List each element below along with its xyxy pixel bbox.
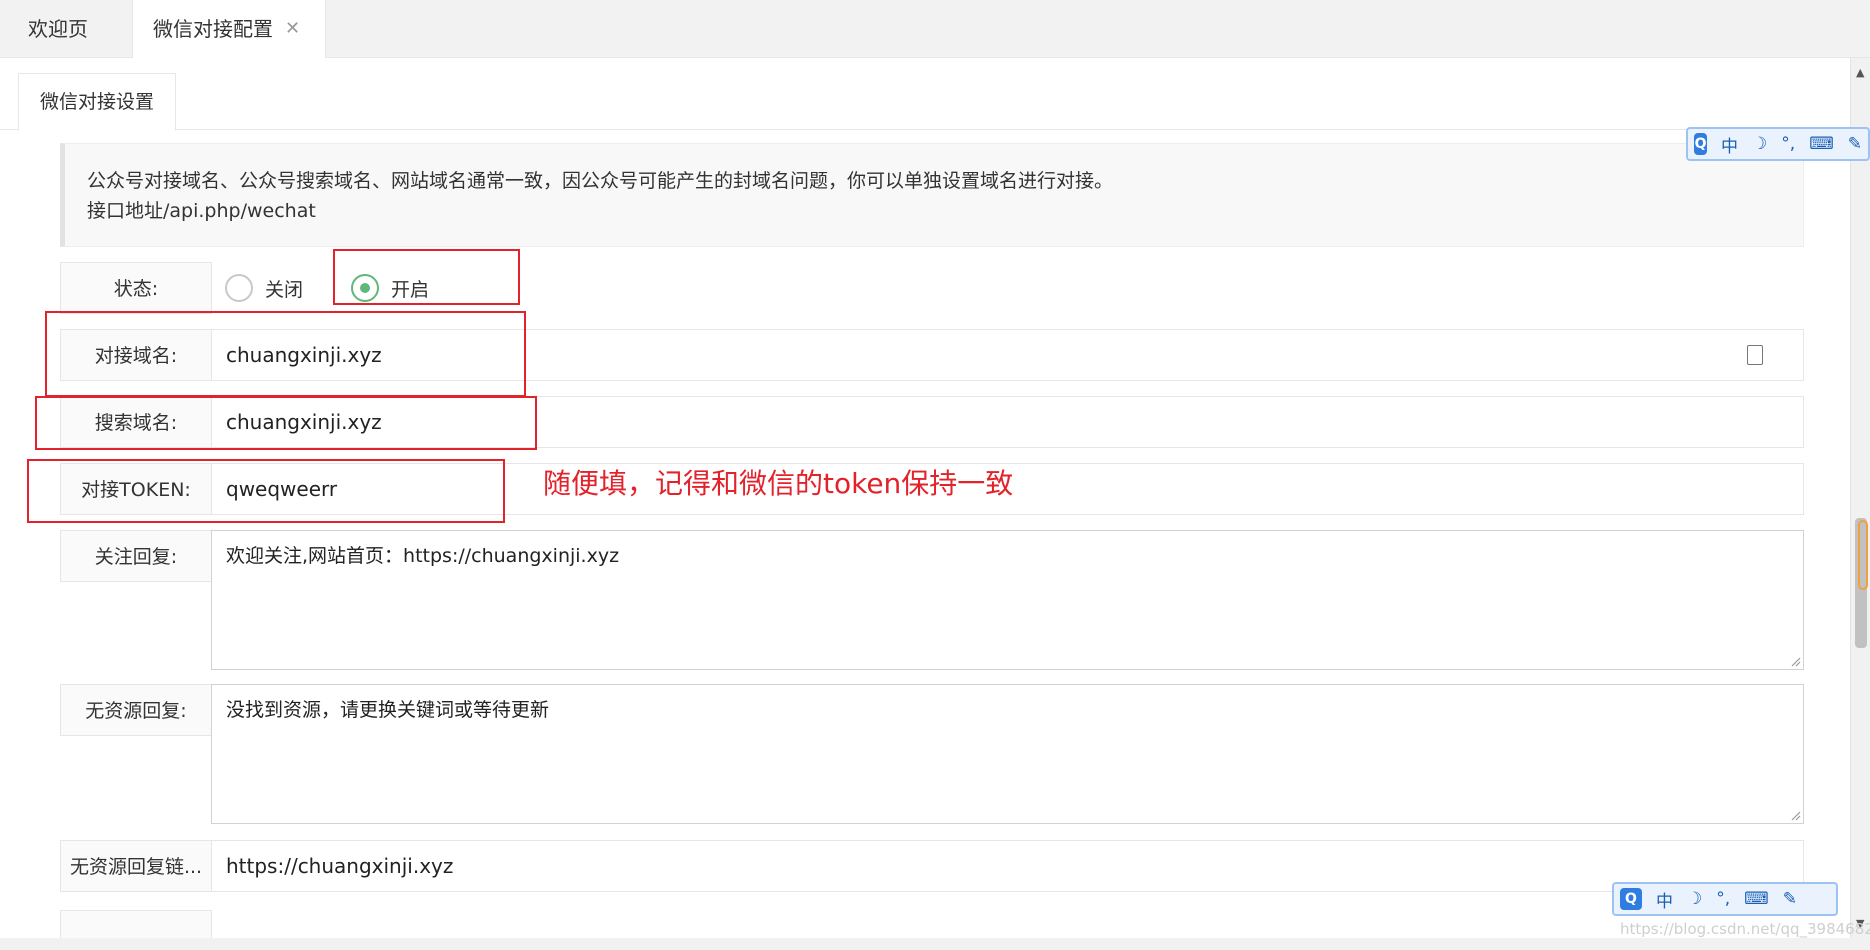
horizontal-scrollbar[interactable] <box>0 938 1870 950</box>
ime-logo-icon[interactable]: Q <box>1694 133 1708 155</box>
moon-icon[interactable]: ☽ <box>1752 134 1767 154</box>
scroll-up-icon[interactable]: ▲ <box>1856 66 1864 79</box>
ime-logo-icon[interactable]: Q <box>1620 888 1642 910</box>
next-row-partial <box>60 910 212 940</box>
punctuation-icon[interactable]: °, <box>1716 889 1730 909</box>
watermark: https://blog.csdn.net/qq_39846820 <box>1620 920 1870 938</box>
radio-circle-icon <box>225 274 253 302</box>
no-resource-link-row: 无资源回复链... https://chuangxinji.xyz <box>60 840 1804 892</box>
no-resource-value: 没找到资源，请更换关键词或等待更新 <box>226 699 550 721</box>
close-icon[interactable]: ✕ <box>285 0 300 58</box>
sub-tab-bar: 微信对接设置 <box>0 58 1850 131</box>
tool-icon[interactable]: ✎ <box>1848 134 1862 154</box>
tab-wechat-settings[interactable]: 微信对接设置 <box>18 73 176 131</box>
ime-mode-icon[interactable]: 中 <box>1656 887 1673 912</box>
follow-reply-value: 欢迎关注,网站首页：https://chuangxinji.xyz <box>226 545 620 567</box>
no-resource-link-label: 无资源回复链... <box>60 840 212 892</box>
follow-reply-label: 关注回复: <box>60 530 212 582</box>
no-resource-textarea[interactable]: 没找到资源，请更换关键词或等待更新 <box>211 684 1804 824</box>
punctuation-icon[interactable]: °, <box>1781 134 1795 154</box>
no-resource-link-input[interactable]: https://chuangxinji.xyz <box>211 840 1804 892</box>
tool-icon[interactable]: ✎ <box>1783 889 1797 909</box>
status-row: 状态: 关闭 开启 <box>60 262 1804 314</box>
follow-reply-row: 关注回复: 欢迎关注,网站首页：https://chuangxinji.xyz <box>60 530 1804 670</box>
notice-line-2: 接口地址/api.php/wechat <box>87 200 316 222</box>
highlight-box-status <box>333 249 520 305</box>
tab-welcome[interactable]: 欢迎页面 <box>0 0 132 99</box>
highlight-box-token <box>27 459 505 523</box>
highlight-box-search <box>35 396 537 450</box>
follow-reply-textarea[interactable]: 欢迎关注,网站首页：https://chuangxinji.xyz <box>211 530 1804 670</box>
tab-wechat-config-label: 微信对接配置 <box>153 17 273 41</box>
radio-close[interactable]: 关闭 <box>225 274 303 302</box>
vertical-scrollbar[interactable]: ▲ ▼ <box>1850 58 1870 938</box>
resize-handle-icon[interactable] <box>1789 809 1801 821</box>
keyboard-icon[interactable]: ⌨ <box>1744 889 1769 909</box>
ime-mode-icon[interactable]: 中 <box>1721 132 1738 157</box>
highlight-box-domain <box>45 311 526 397</box>
tab-wechat-config[interactable]: 微信对接配置 ✕ <box>132 0 326 58</box>
moon-icon[interactable]: ☽ <box>1687 889 1702 909</box>
status-label: 状态: <box>60 262 212 314</box>
annotation-text: 随便填，记得和微信的token保持一致 <box>543 467 1014 500</box>
notice-box: 公众号对接域名、公众号搜索域名、网站域名通常一致，因公众号可能产生的封域名问题，… <box>60 143 1804 247</box>
no-resource-label: 无资源回复: <box>60 684 212 736</box>
no-resource-row: 无资源回复: 没找到资源，请更换关键词或等待更新 <box>60 684 1804 824</box>
resize-handle-icon[interactable] <box>1789 655 1801 667</box>
radio-close-label: 关闭 <box>265 278 304 301</box>
scroll-highlight-mark <box>1858 520 1868 590</box>
ime-toolbar-bottom[interactable]: Q 中 ☽ °, ⌨ ✎ <box>1612 882 1838 916</box>
top-tab-bar: 欢迎页面 微信对接配置 ✕ <box>0 0 1870 99</box>
ime-toolbar-top[interactable]: Q 中 ☽ °, ⌨ ✎ <box>1686 127 1870 161</box>
keyboard-icon[interactable]: ⌨ <box>1809 134 1834 154</box>
contact-card-icon[interactable] <box>1747 345 1763 365</box>
notice-line-1: 公众号对接域名、公众号搜索域名、网站域名通常一致，因公众号可能产生的封域名问题，… <box>87 170 1114 192</box>
